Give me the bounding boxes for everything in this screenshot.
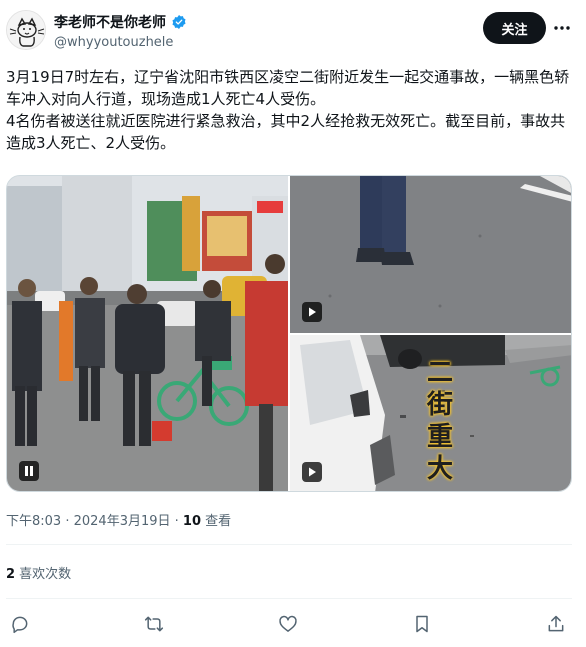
post-paragraph: 4名伤者被送往就近医院进行紧急救治，其中2人经抢救无效死亡。截至目前，事故共造成… [6,112,566,152]
bookmark-button[interactable] [410,612,434,636]
reply-button[interactable] [8,612,32,636]
action-bar [0,610,586,638]
post-date[interactable]: 2024年3月19日 [74,514,171,529]
post-header: 李老师不是你老师 @whyyoutouzhele 关注 [0,0,586,58]
divider [6,598,572,599]
video-overlay-text: 二 街 重 大 [425,357,455,485]
avatar[interactable] [6,10,46,50]
media-grid: 二 街 重 大 [6,175,572,492]
repost-button[interactable] [142,612,166,636]
post-body: 3月19日7时左右，辽宁省沈阳市铁西区凌空二街附近发生一起交通事故，一辆黑色轿车… [6,66,578,154]
post-meta: 下午8:03 · 2024年3月19日 · 10 查看 [6,510,231,529]
like-icon [279,615,297,632]
play-button[interactable] [302,462,322,482]
reply-icon [12,616,28,634]
views-label: 查看 [201,514,232,529]
play-icon [309,307,316,317]
meta-separator: · [170,514,183,529]
likes-summary[interactable]: 2 喜欢次数 [6,563,71,582]
divider [6,544,572,545]
overlay-char: 街 [426,390,453,420]
play-icon [309,467,316,477]
like-button[interactable] [276,612,300,636]
author-handle[interactable]: @whyyoutouzhele [54,35,173,50]
post-time[interactable]: 下午8:03 [6,514,61,529]
overlay-char: 二 [426,358,453,388]
likes-count: 2 [6,567,16,582]
repost-icon [144,616,164,632]
street-scene-image [7,176,288,491]
pause-button[interactable] [19,461,39,481]
share-icon [548,615,564,632]
post-paragraph: 3月19日7时左右，辽宁省沈阳市铁西区凌空二街附近发生一起交通事故，一辆黑色轿车… [6,68,570,108]
video-thumbnail-street[interactable] [7,176,288,491]
video-thumbnail-pavement[interactable] [290,176,571,333]
more-dots-icon [554,26,570,30]
follow-button[interactable]: 关注 [483,12,546,44]
pause-icon [25,466,33,476]
pavement-scene-image [290,176,571,333]
meta-separator: · [61,514,74,529]
video-thumbnail-crash[interactable]: 二 街 重 大 [290,335,571,491]
share-button[interactable] [544,612,568,636]
play-button[interactable] [302,302,322,322]
display-name[interactable]: 李老师不是你老师 [54,12,166,32]
likes-label: 喜欢次数 [15,567,72,582]
verified-badge-icon [172,15,186,29]
overlay-char: 大 [426,454,453,484]
bookmark-icon [416,615,428,633]
views-count: 10 [182,514,202,529]
more-options-button[interactable] [550,16,574,40]
overlay-char: 重 [426,422,453,452]
cat-avatar [7,11,45,49]
